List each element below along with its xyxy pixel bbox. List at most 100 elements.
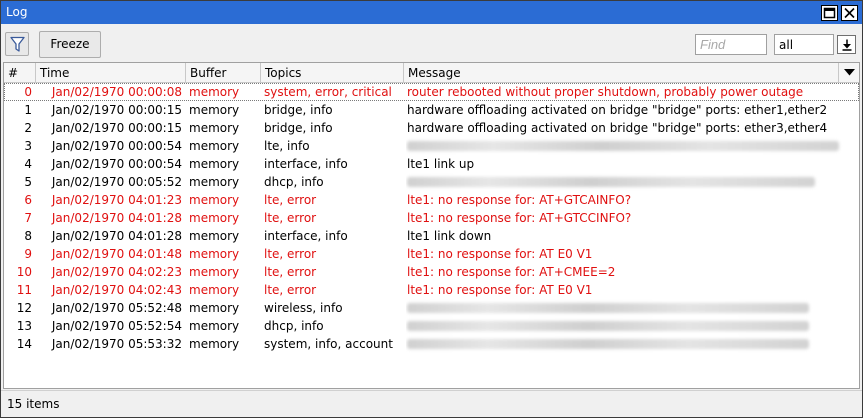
row-buffer: memory xyxy=(189,193,240,207)
row-topics: wireless, info xyxy=(264,301,343,315)
column-header-buffer[interactable]: Buffer xyxy=(186,63,261,82)
table-row[interactable]: 6 Jan/02/1970 04:01:23 memory lte, error lte… xyxy=(4,191,859,209)
row-message xyxy=(406,317,846,335)
redacted-message xyxy=(407,321,809,331)
restore-button[interactable] xyxy=(821,5,838,21)
table-row[interactable]: 11 Jan/02/1970 04:02:43 memory lte, error lt… xyxy=(4,281,859,299)
row-time: Jan/02/1970 00:00:54 xyxy=(51,157,182,171)
row-number: 1 xyxy=(24,103,32,117)
table-body: 0 Jan/02/1970 00:00:08 memory system, error… xyxy=(4,83,859,353)
row-buffer: memory xyxy=(189,175,240,189)
table-row[interactable]: 0 Jan/02/1970 00:00:08 memory system, error… xyxy=(4,83,859,101)
table-row[interactable]: 3 Jan/02/1970 00:00:54 memory lte, info xyxy=(4,137,859,155)
log-table: # Time Buffer Topics Message 0 Jan/02/197… xyxy=(3,62,860,389)
table-row[interactable]: 13 Jan/02/1970 05:52:54 memory dhcp, info xyxy=(4,317,859,335)
table-row[interactable]: 1 Jan/02/1970 00:00:15 memory bridge, info h… xyxy=(4,101,859,119)
status-bar: 15 items xyxy=(1,390,862,417)
row-message xyxy=(406,335,846,353)
table-row[interactable]: 12 Jan/02/1970 05:52:48 memory wireless, in… xyxy=(4,299,859,317)
table-row[interactable]: 5 Jan/02/1970 00:05:52 memory dhcp, info xyxy=(4,173,859,191)
row-message xyxy=(406,173,846,191)
row-message: hardware offloading activated on bridge … xyxy=(407,103,828,117)
row-buffer: memory xyxy=(189,301,240,315)
table-row[interactable]: 2 Jan/02/1970 00:00:15 memory bridge, info h… xyxy=(4,119,859,137)
row-topics: bridge, info xyxy=(264,121,333,135)
row-number: 2 xyxy=(24,121,32,135)
row-time: Jan/02/1970 04:02:23 xyxy=(51,265,182,279)
row-message xyxy=(406,299,846,317)
table-row[interactable]: 8 Jan/02/1970 04:01:28 memory interface, in… xyxy=(4,227,859,245)
window-title: Log xyxy=(6,5,28,19)
column-menu-icon xyxy=(844,69,855,76)
row-number: 0 xyxy=(24,85,32,99)
table-row[interactable]: 10 Jan/02/1970 04:02:23 memory lte, error lt… xyxy=(4,263,859,281)
row-topics: system, error, critical xyxy=(264,85,392,99)
row-buffer: memory xyxy=(189,319,240,333)
row-number: 9 xyxy=(24,247,32,261)
row-buffer: memory xyxy=(189,337,240,351)
row-topics: lte, error xyxy=(264,211,317,225)
buffer-filter-select[interactable]: all xyxy=(774,34,834,55)
row-time: Jan/02/1970 04:01:48 xyxy=(51,247,182,261)
find-input[interactable] xyxy=(695,34,767,55)
table-row[interactable]: 7 Jan/02/1970 04:01:28 memory lte, error lte… xyxy=(4,209,859,227)
row-topics: lte, error xyxy=(264,193,317,207)
table-row[interactable]: 14 Jan/02/1970 05:53:32 memory system, info… xyxy=(4,335,859,353)
column-header-topics[interactable]: Topics xyxy=(261,63,404,82)
row-number: 10 xyxy=(16,265,32,279)
freeze-button[interactable]: Freeze xyxy=(39,31,101,58)
row-topics: dhcp, info xyxy=(264,319,324,333)
row-time: Jan/02/1970 05:53:32 xyxy=(51,337,182,351)
row-time: Jan/02/1970 00:00:15 xyxy=(51,121,182,135)
redacted-message xyxy=(407,303,809,313)
row-number: 4 xyxy=(24,157,32,171)
row-topics: lte, error xyxy=(264,247,317,261)
filter-icon xyxy=(10,36,25,52)
column-header-number[interactable]: # xyxy=(4,63,36,82)
close-button[interactable] xyxy=(841,5,858,21)
filter-button[interactable] xyxy=(5,32,29,56)
dropdown-arrow-icon xyxy=(842,39,852,51)
title-bar[interactable]: Log xyxy=(1,1,862,24)
redacted-message xyxy=(407,339,809,349)
row-topics: lte, error xyxy=(264,283,317,297)
row-time: Jan/02/1970 00:00:54 xyxy=(51,139,182,153)
row-topics: lte, error xyxy=(264,265,317,279)
row-buffer: memory xyxy=(189,121,240,135)
restore-icon xyxy=(823,7,836,19)
row-buffer: memory xyxy=(189,229,240,243)
row-time: Jan/02/1970 04:01:28 xyxy=(51,229,182,243)
log-window: Log Freeze all xyxy=(0,0,863,418)
column-menu-button[interactable] xyxy=(839,63,859,82)
column-header-time[interactable]: Time xyxy=(36,63,186,82)
row-time: Jan/02/1970 04:01:28 xyxy=(51,211,182,225)
row-topics: interface, info xyxy=(264,229,348,243)
row-time: Jan/02/1970 00:00:15 xyxy=(51,103,182,117)
row-topics: bridge, info xyxy=(264,103,333,117)
row-topics: lte, info xyxy=(264,139,310,153)
row-buffer: memory xyxy=(189,103,240,117)
row-message: lte1: no response for: AT+GTCAINFO? xyxy=(407,193,632,207)
row-buffer: memory xyxy=(189,211,240,225)
row-message: lte1: no response for: AT E0 V1 xyxy=(407,247,593,261)
row-topics: system, info, account xyxy=(264,337,393,351)
table-header: # Time Buffer Topics Message xyxy=(4,63,859,83)
row-time: Jan/02/1970 04:01:23 xyxy=(51,193,182,207)
row-message: lte1: no response for: AT+GTCCINFO? xyxy=(407,211,632,225)
row-buffer: memory xyxy=(189,139,240,153)
redacted-message xyxy=(407,177,815,187)
row-buffer: memory xyxy=(189,247,240,261)
row-message: router rebooted without proper shutdown,… xyxy=(407,85,804,99)
table-row[interactable]: 9 Jan/02/1970 04:01:48 memory lte, error lte… xyxy=(4,245,859,263)
column-header-message[interactable]: Message xyxy=(404,63,839,82)
row-number: 5 xyxy=(24,175,32,189)
close-icon xyxy=(844,7,855,19)
buffer-filter-dropdown-button[interactable] xyxy=(837,35,856,54)
item-count: 15 items xyxy=(7,397,60,411)
table-row[interactable]: 4 Jan/02/1970 00:00:54 memory interface, in… xyxy=(4,155,859,173)
row-number: 12 xyxy=(16,301,32,315)
row-topics: dhcp, info xyxy=(264,175,324,189)
row-message xyxy=(406,137,846,155)
row-buffer: memory xyxy=(189,157,240,171)
row-time: Jan/02/1970 05:52:54 xyxy=(51,319,182,333)
